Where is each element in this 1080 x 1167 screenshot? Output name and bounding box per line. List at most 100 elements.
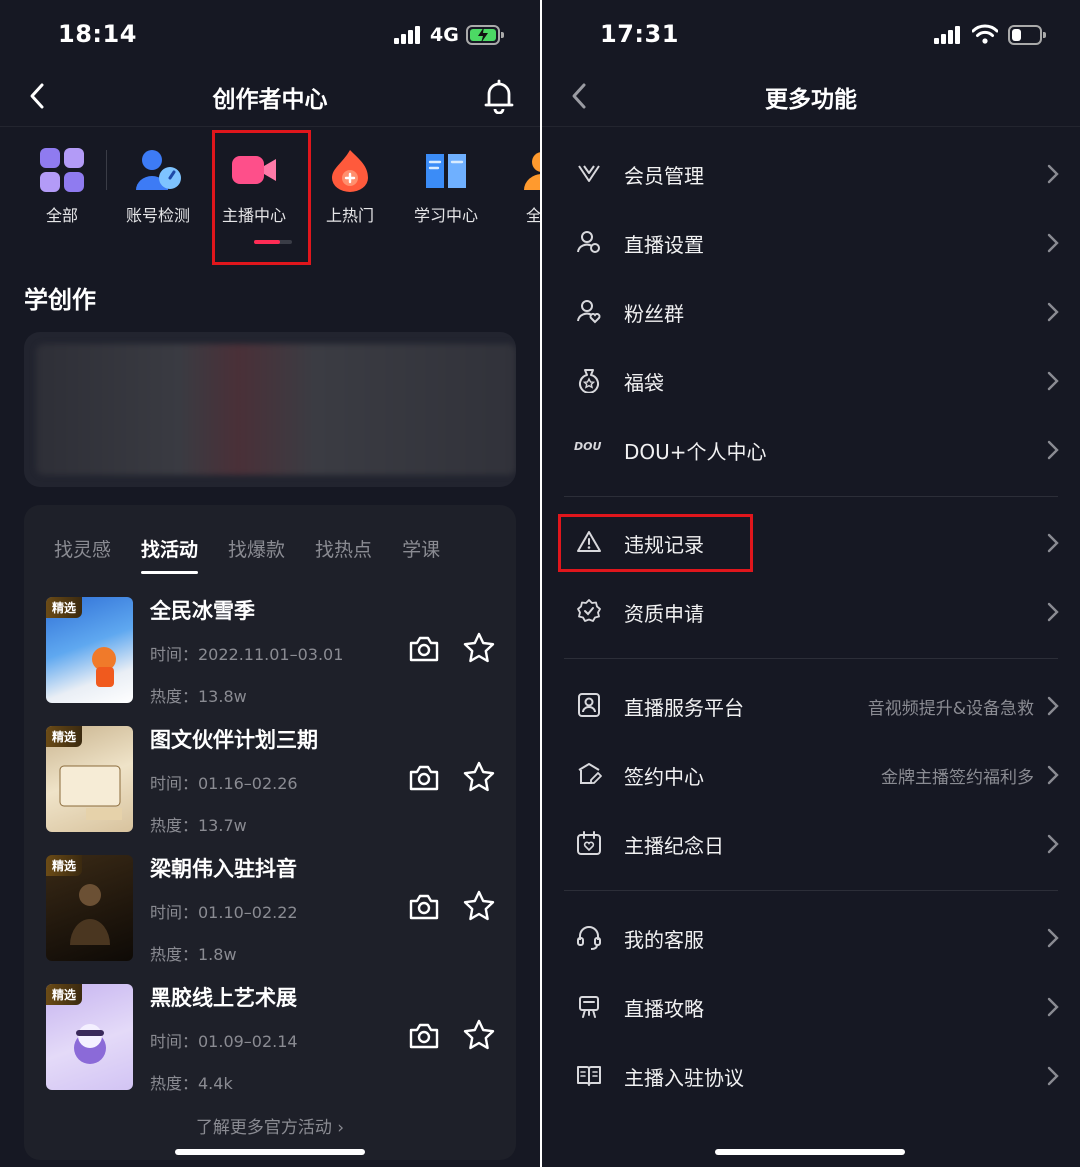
activity-title: 黑胶线上艺术展 (150, 986, 297, 1010)
row-label: 会员管理 (624, 164, 704, 188)
grid-icon (38, 146, 86, 194)
camera-shoot-icon[interactable] (408, 1020, 440, 1052)
group-divider (564, 658, 1058, 659)
featured-tag: 精选 (46, 855, 83, 876)
chevron-right-icon (1047, 997, 1059, 1017)
row-label: 主播纪念日 (624, 834, 724, 858)
activity-item[interactable]: 精选 全民冰雪季 时间：2022.11.01–03.01 热度：13.8w (46, 595, 506, 706)
row-dou-center[interactable]: DOU DOU+个人中心 (542, 416, 1080, 482)
row-qualification[interactable]: 资质申请 (542, 578, 1080, 644)
tab-activities[interactable]: 找活动 (141, 535, 199, 574)
row-label: 直播攻略 (624, 997, 704, 1021)
quick-item-label: 全部 (45, 206, 78, 225)
quick-item-label: 上热门 (325, 206, 374, 225)
quick-item-hot[interactable]: 上热门 (302, 140, 398, 226)
highlight-box (558, 514, 753, 572)
creator-center-screen: 18:14 4G 创作者中心 全部 账号检测 主播中心 上热门 学习中心 全 学… (0, 0, 540, 1167)
network-type: 4G (430, 24, 459, 46)
status-bar: 17:31 (542, 0, 1080, 70)
favorite-star-icon[interactable] (462, 760, 496, 794)
row-anchor-agreement[interactable]: 主播入驻协议 (542, 1042, 1080, 1108)
favorite-star-icon[interactable] (462, 889, 496, 923)
activity-heat: 热度：13.8w (150, 687, 247, 706)
featured-tag: 精选 (46, 984, 83, 1005)
row-label: 签约中心 (624, 765, 704, 789)
tab-courses[interactable]: 学课 (402, 535, 440, 562)
page-title: 创作者中心 (212, 87, 328, 113)
row-lucky-bag[interactable]: 福袋 (542, 347, 1080, 413)
activity-item[interactable]: 精选 黑胶线上艺术展 时间：01.09–02.14 热度：4.4k (46, 982, 506, 1093)
row-subtitle: 音视频提升&设备急救 (867, 699, 1034, 719)
vip-icon (578, 165, 600, 182)
page-title: 更多功能 (765, 87, 857, 113)
more-activities-link[interactable]: 了解更多官方活动 › (24, 1113, 516, 1138)
chevron-right-icon (1047, 440, 1059, 460)
favorite-star-icon[interactable] (462, 631, 496, 665)
contract-icon (578, 763, 602, 784)
quick-item-label: 学习中心 (413, 206, 478, 225)
row-label: 直播服务平台 (624, 696, 744, 720)
row-anchor-anniversary[interactable]: 主播纪念日 (542, 810, 1080, 876)
favorite-star-icon[interactable] (462, 1018, 496, 1052)
more-features-screen: 17:31 更多功能 会员管理 直播设置 粉丝群 福袋 DOU DOU+个人中心… (542, 0, 1080, 1167)
activity-heat: 热度：1.8w (150, 945, 237, 964)
chevron-right-icon (1047, 602, 1059, 622)
quick-item-learning[interactable]: 学习中心 (398, 140, 494, 226)
headset-icon (577, 926, 601, 950)
tab-popular[interactable]: 找爆款 (228, 535, 285, 562)
row-live-settings[interactable]: 直播设置 (542, 209, 1080, 275)
account-check-icon (134, 146, 182, 194)
activity-heat: 热度：4.4k (150, 1074, 233, 1093)
chevron-right-icon (1047, 1066, 1059, 1086)
quick-item-label: 全民 (525, 206, 540, 225)
tab-trending[interactable]: 找热点 (315, 535, 372, 562)
fan-group-icon (577, 300, 601, 324)
camera-shoot-icon[interactable] (408, 762, 440, 794)
row-fan-group[interactable]: 粉丝群 (542, 278, 1080, 344)
quick-separator (106, 150, 107, 190)
tab-inspiration[interactable]: 找灵感 (54, 535, 111, 562)
quick-item-label: 账号检测 (125, 206, 190, 225)
row-contract-center[interactable]: 签约中心 金牌主播签约福利多 (542, 741, 1080, 807)
quick-item-account-check[interactable]: 账号检测 (110, 140, 206, 226)
activity-time: 时间：01.10–02.22 (150, 903, 298, 922)
bell-icon[interactable] (482, 78, 516, 114)
activity-thumbnail: 精选 (46, 597, 133, 703)
book-icon (422, 146, 470, 194)
camera-shoot-icon[interactable] (408, 633, 440, 665)
activity-title: 图文伙伴计划三期 (150, 728, 318, 752)
row-label: 资质申请 (624, 602, 704, 626)
row-label: 粉丝群 (624, 302, 684, 326)
row-label: 直播设置 (624, 233, 704, 257)
status-time: 17:31 (600, 20, 679, 48)
section-title: 学创作 (24, 286, 96, 314)
nav-divider (542, 126, 1080, 127)
activity-item[interactable]: 精选 梁朝伟入驻抖音 时间：01.10–02.22 热度：1.8w (46, 853, 506, 964)
row-member-management[interactable]: 会员管理 (542, 140, 1080, 206)
live-settings-icon (577, 231, 600, 253)
chevron-right-icon (1047, 302, 1059, 322)
chevron-right-icon (1047, 834, 1059, 854)
nav-bar: 更多功能 (542, 66, 1080, 126)
battery-icon (466, 25, 504, 45)
nav-divider (0, 126, 540, 127)
featured-tag: 精选 (46, 726, 83, 747)
camera-shoot-icon[interactable] (408, 891, 440, 923)
quick-item-all[interactable]: 全部 (14, 140, 110, 226)
activity-thumbnail: 精选 (46, 855, 133, 961)
activity-tabs: 找灵感 找活动 找爆款 找热点 学课 (54, 535, 516, 575)
signal-icon (394, 26, 422, 44)
home-indicator (175, 1149, 365, 1155)
blurred-banner[interactable] (24, 332, 516, 487)
home-indicator (715, 1149, 905, 1155)
quick-item-more[interactable]: 全民 (494, 140, 540, 226)
activity-card: 找灵感 找活动 找爆款 找热点 学课 精选 全民冰雪季 时间：2022.11.01–03… (24, 505, 516, 1160)
row-live-guide[interactable]: 直播攻略 (542, 973, 1080, 1039)
chevron-right-icon (1047, 765, 1059, 785)
activity-item[interactable]: 精选 图文伙伴计划三期 时间：01.16–02.26 热度：13.7w (46, 724, 506, 835)
lucky-bag-icon (579, 369, 599, 393)
status-time: 18:14 (58, 20, 137, 48)
row-live-service-platform[interactable]: 直播服务平台 音视频提升&设备急救 (542, 672, 1080, 738)
status-bar: 18:14 4G (0, 0, 540, 70)
row-customer-service[interactable]: 我的客服 (542, 904, 1080, 970)
